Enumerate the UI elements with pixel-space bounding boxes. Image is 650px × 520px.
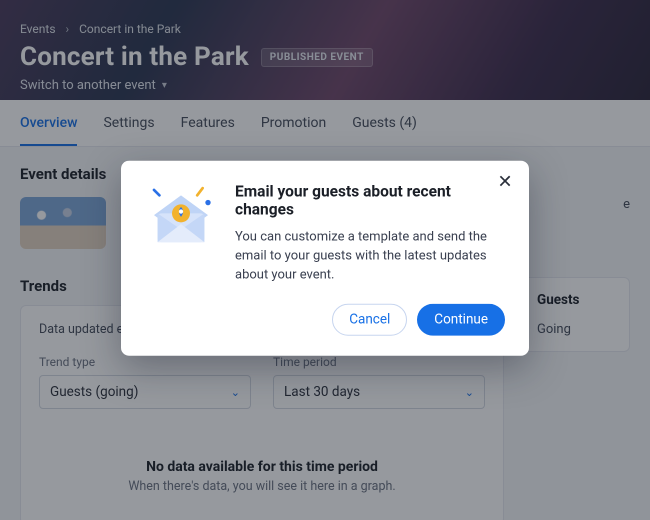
modal-title: Email your guests about recent changes	[235, 183, 505, 219]
cancel-button[interactable]: Cancel	[332, 303, 407, 335]
envelope-illustration	[145, 183, 217, 255]
modal-body-text: You can customize a template and send th…	[235, 229, 505, 286]
close-icon: ✕	[497, 174, 512, 192]
email-guests-modal: ✕ Email your guests about recent	[121, 161, 529, 356]
continue-button[interactable]: Continue	[417, 303, 505, 335]
close-button[interactable]: ✕	[495, 173, 515, 193]
